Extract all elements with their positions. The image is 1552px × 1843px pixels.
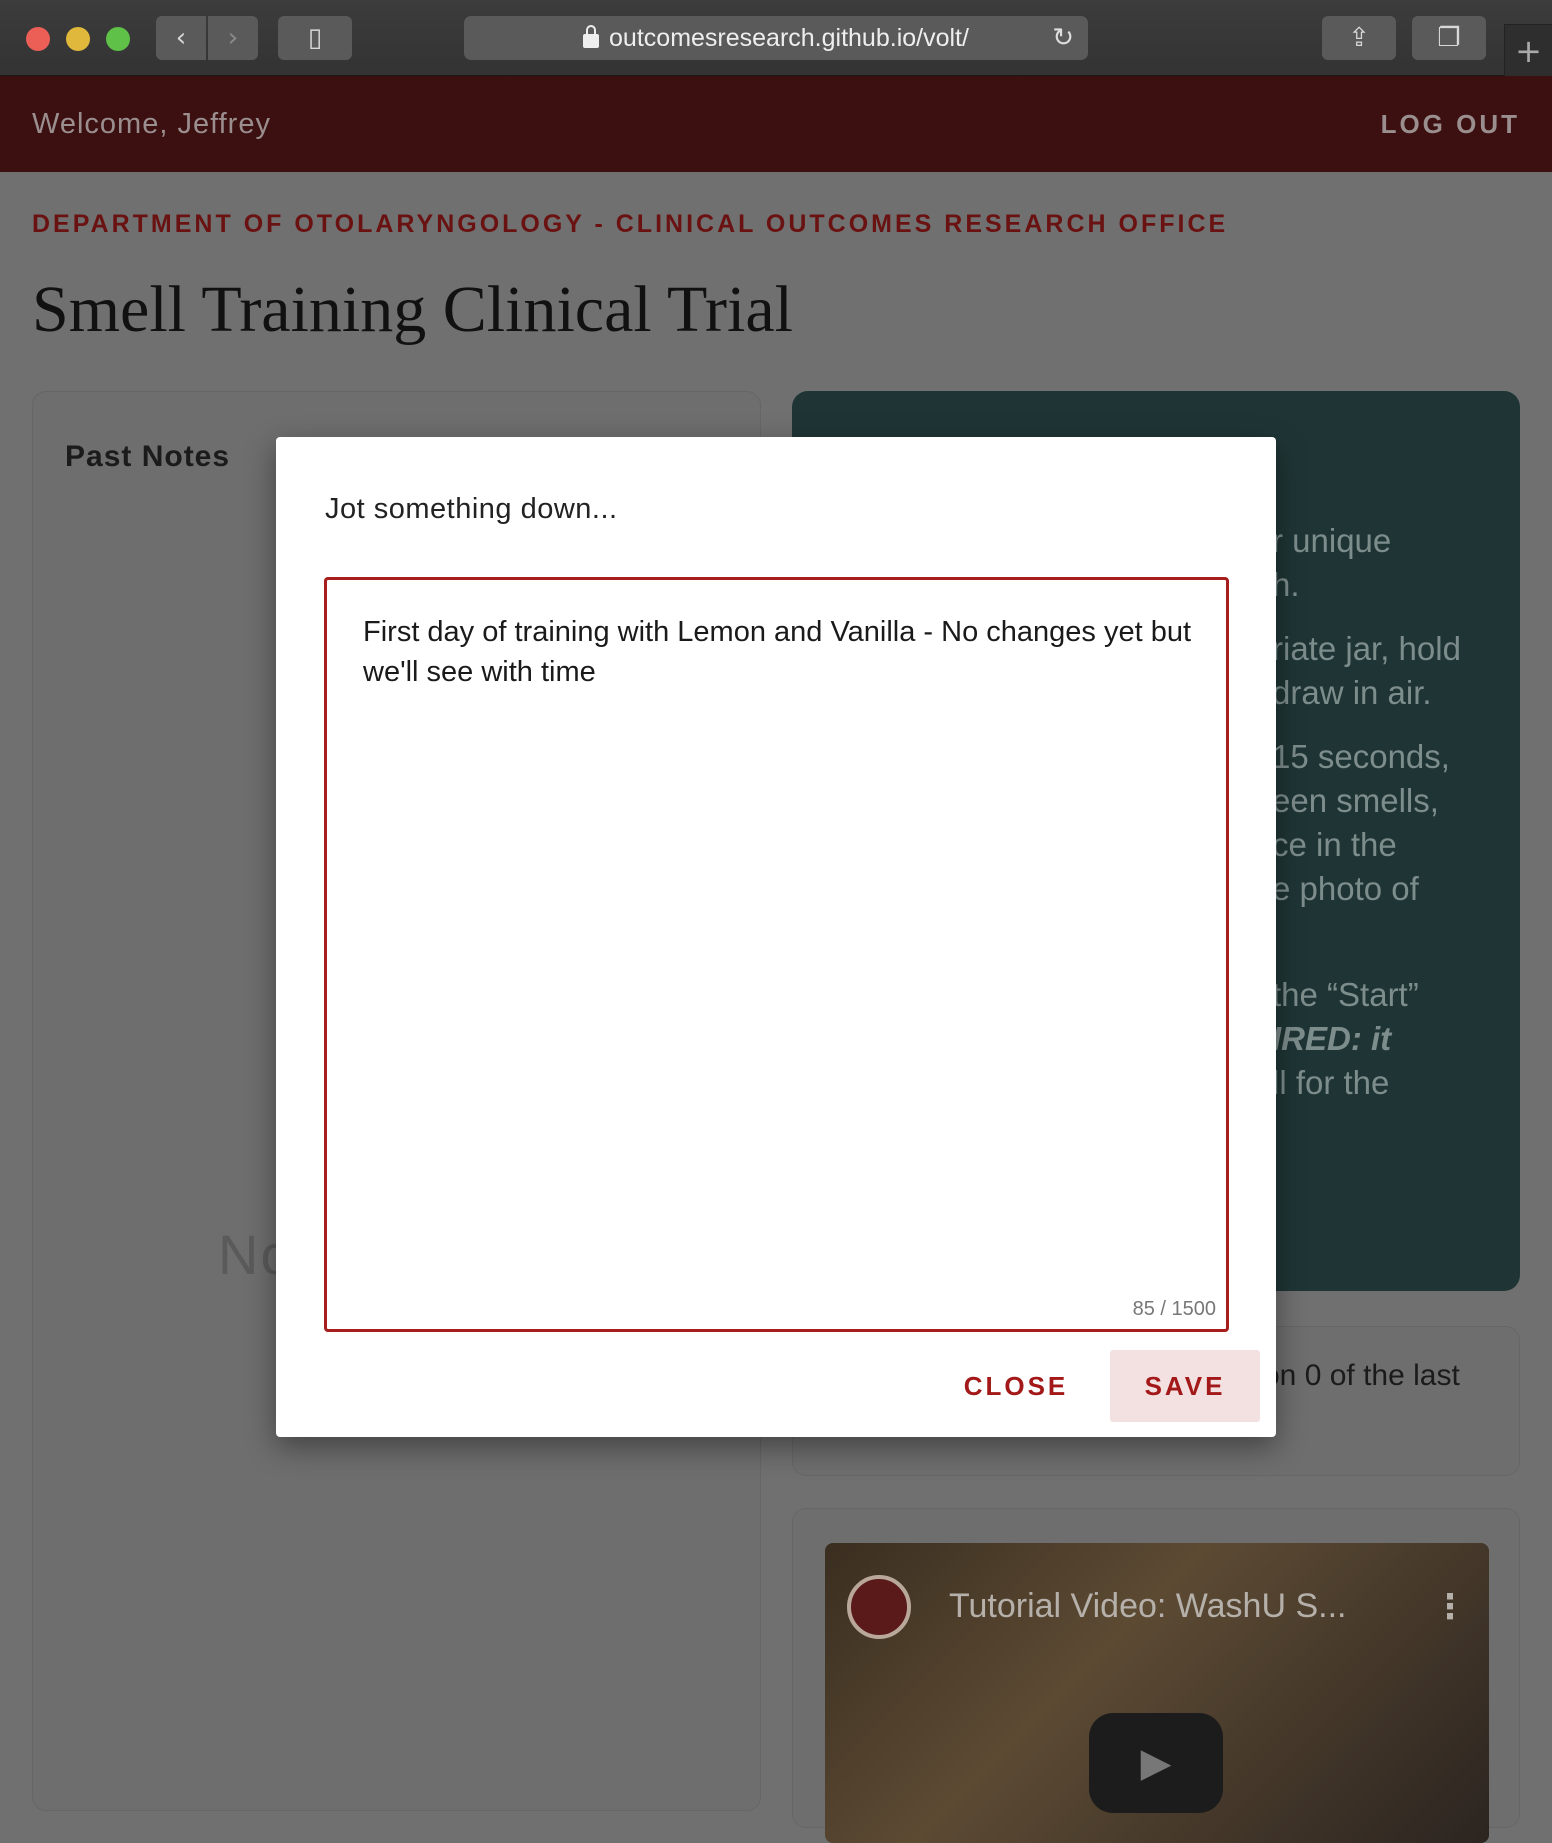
instructions-text: riate jar, hold (1272, 630, 1461, 667)
minimize-window-button[interactable] (66, 27, 90, 51)
forward-icon[interactable]: › (208, 16, 258, 60)
sidebar-icon[interactable]: ▯ (278, 16, 352, 60)
instructions-text: ll for the (1272, 1064, 1390, 1101)
note-dialog: Jot something down... First day of train… (276, 437, 1276, 1437)
tabs-overview-icon[interactable]: ❐ (1412, 16, 1486, 60)
instructions-text: een smells, (1272, 782, 1439, 819)
share-icon[interactable]: ⇪ (1322, 16, 1396, 60)
instructions-text: the “Start” (1272, 976, 1419, 1013)
video-card: Tutorial Video: WashU S... ⋮ ▶ (792, 1508, 1520, 1843)
url-text: outcomesresearch.github.io/volt/ (609, 23, 969, 52)
logout-button[interactable]: LOG OUT (1381, 109, 1520, 140)
instructions-text: 15 seconds, (1272, 738, 1450, 775)
new-tab-icon[interactable]: + (1504, 24, 1552, 76)
instructions-text: r unique (1272, 522, 1392, 559)
department-label: DEPARTMENT OF OTOLARYNGOLOGY - CLINICAL … (32, 210, 1229, 238)
zoom-window-button[interactable] (106, 27, 130, 51)
site-header: Welcome, Jeffrey LOG OUT (0, 76, 1552, 172)
character-counter: 85 / 1500 (1132, 1298, 1216, 1320)
welcome-text: Welcome, Jeffrey (32, 107, 271, 140)
page-title: Smell Training Clinical Trial (32, 273, 793, 346)
instructions-text: h. (1272, 566, 1300, 603)
more-vert-icon[interactable]: ⋮ (1433, 1587, 1467, 1627)
close-window-button[interactable] (26, 27, 50, 51)
instructions-text: draw in air. (1272, 674, 1432, 711)
note-text: First day of training with Lemon and Van… (363, 616, 1192, 688)
note-textarea[interactable]: First day of training with Lemon and Van… (324, 577, 1229, 1332)
browser-toolbar: ‹ › ▯ outcomesresearch.github.io/volt/ ↻… (0, 0, 1552, 76)
lock-icon (583, 25, 600, 48)
dialog-title: Jot something down... (325, 493, 618, 525)
close-button[interactable]: CLOSE (958, 1350, 1074, 1422)
university-seal-icon (847, 1575, 911, 1639)
save-button[interactable]: SAVE (1110, 1350, 1260, 1422)
address-bar[interactable]: outcomesresearch.github.io/volt/ ↻ (464, 16, 1088, 60)
progress-text: on 0 of the last (1263, 1359, 1460, 1392)
tutorial-video[interactable]: Tutorial Video: WashU S... ⋮ ▶ (825, 1543, 1489, 1843)
video-title: Tutorial Video: WashU S... (949, 1587, 1347, 1625)
play-icon[interactable]: ▶ (1089, 1713, 1223, 1813)
instructions-text: IRED: it (1272, 1020, 1392, 1057)
back-icon[interactable]: ‹ (156, 16, 206, 60)
past-notes-heading: Past Notes (65, 440, 231, 473)
instructions-text: ce in the (1272, 826, 1397, 863)
reload-icon[interactable]: ↻ (1052, 22, 1074, 53)
instructions-text: e photo of (1272, 870, 1419, 907)
